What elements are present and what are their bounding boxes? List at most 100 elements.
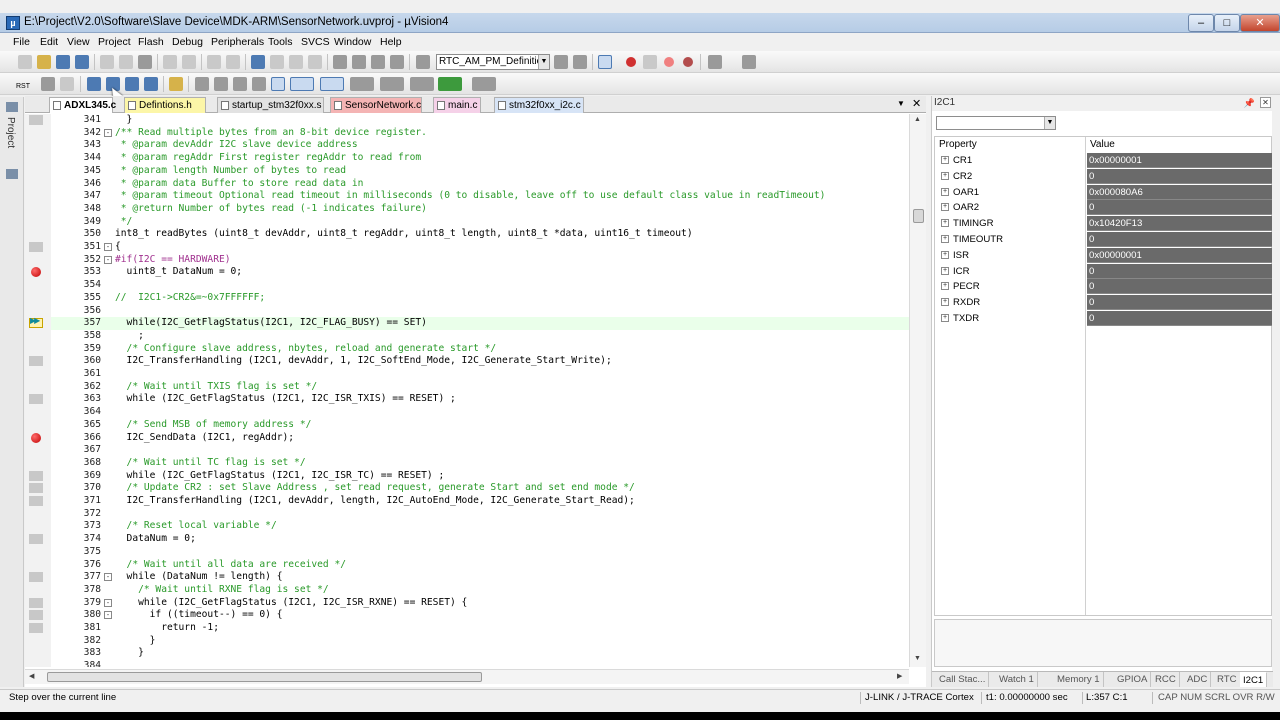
register-value[interactable]: 0 bbox=[1087, 200, 1272, 216]
code-line[interactable]: 363 while (I2C_GetFlagStatus (I2C1, I2C_… bbox=[51, 393, 913, 406]
register-row[interactable]: + PECR 0 bbox=[935, 279, 1273, 295]
executable-line-marker[interactable] bbox=[29, 356, 43, 367]
scroll-down-icon[interactable]: ▼ bbox=[914, 655, 921, 662]
executable-line-marker[interactable] bbox=[29, 572, 43, 583]
code-line[interactable]: 343 * @param devAddr I2C slave device ad… bbox=[51, 139, 913, 152]
code-line[interactable]: 368 /* Wait until TC flag is set */ bbox=[51, 457, 913, 470]
run-icon[interactable] bbox=[41, 77, 55, 91]
tab-startup-s[interactable]: startup_stm32f0xx.s bbox=[217, 97, 324, 113]
next-bookmark-icon[interactable] bbox=[289, 55, 303, 69]
fold-toggle-icon[interactable]: - bbox=[104, 573, 112, 582]
configure-icon[interactable] bbox=[742, 55, 756, 69]
code-line[interactable]: 384 bbox=[51, 660, 913, 667]
code-line[interactable]: 361 bbox=[51, 368, 913, 381]
expand-icon[interactable]: + bbox=[941, 235, 949, 243]
memory-windows-icon[interactable] bbox=[320, 77, 344, 91]
menu-view[interactable]: View bbox=[67, 36, 90, 48]
symbols-window-icon[interactable] bbox=[233, 77, 247, 91]
executable-line-marker[interactable] bbox=[29, 496, 43, 506]
open-file-icon[interactable] bbox=[37, 55, 51, 69]
register-value[interactable]: 0x000080A6 bbox=[1087, 184, 1272, 200]
menu-window[interactable]: Window bbox=[334, 36, 371, 48]
clear-bookmarks-icon[interactable] bbox=[308, 55, 322, 69]
code-line[interactable]: 381 return -1; bbox=[51, 622, 913, 635]
register-value[interactable]: 0 bbox=[1087, 232, 1272, 247]
unindent-icon[interactable] bbox=[352, 55, 366, 69]
registers-window-icon[interactable] bbox=[252, 77, 266, 91]
register-value[interactable]: 0 bbox=[1087, 311, 1272, 326]
close-panel-icon[interactable]: ✕ bbox=[1260, 97, 1271, 108]
debug-tab[interactable]: RTC bbox=[1214, 672, 1241, 687]
call-stack-window-icon[interactable] bbox=[271, 77, 285, 91]
menu-edit[interactable]: Edit bbox=[40, 36, 58, 48]
code-line[interactable]: 380- if ((timeout--) == 0) { bbox=[51, 609, 913, 622]
register-row[interactable]: + CR2 0 bbox=[935, 168, 1273, 185]
indent-icon[interactable] bbox=[333, 55, 347, 69]
register-row[interactable]: + RXDR 0 bbox=[935, 295, 1273, 311]
code-area[interactable]: 341 } 342-/** Read multiple bytes from an… bbox=[51, 114, 913, 667]
code-line[interactable]: 370 /* Update CR2 : set Slave Address , … bbox=[51, 482, 913, 495]
register-value[interactable]: 0x10420F13 bbox=[1087, 216, 1272, 232]
executable-line-marker[interactable] bbox=[29, 470, 43, 481]
save-all-icon[interactable] bbox=[75, 55, 89, 69]
register-row[interactable]: + OAR1 0x000080A6 bbox=[935, 184, 1273, 201]
run-to-cursor-icon[interactable] bbox=[144, 77, 158, 91]
register-row[interactable]: + CR1 0x00000001 bbox=[935, 153, 1273, 169]
debug-tab[interactable]: ADC bbox=[1184, 672, 1212, 687]
executable-line-marker[interactable] bbox=[29, 623, 43, 633]
code-line[interactable]: 355 // I2C1->CR2&=~0x7FFFFFF; bbox=[51, 292, 913, 305]
tab-sensornetwork-c[interactable]: SensorNetwork.c bbox=[330, 97, 422, 113]
register-row[interactable]: + ISR 0x00000001 bbox=[935, 247, 1273, 264]
code-line[interactable]: 359 /* Configure slave address, nbytes, … bbox=[51, 343, 913, 356]
expand-icon[interactable]: + bbox=[941, 219, 949, 228]
code-line[interactable]: 362 /* Wait until TXIS flag is set */ bbox=[51, 381, 913, 394]
expand-icon[interactable]: + bbox=[941, 171, 949, 180]
register-filter-select[interactable]: ▼ bbox=[936, 116, 1056, 130]
register-row[interactable]: + TXDR 0 bbox=[935, 311, 1273, 327]
comment-icon[interactable] bbox=[371, 55, 385, 69]
register-row[interactable]: + OAR2 0 bbox=[935, 200, 1273, 216]
debug-tab[interactable]: Memory 1 bbox=[1054, 672, 1104, 687]
debug-session-icon[interactable] bbox=[598, 55, 612, 69]
step-out-icon[interactable] bbox=[125, 77, 139, 91]
code-line[interactable]: 372 bbox=[51, 508, 913, 521]
code-line[interactable]: 349 */ bbox=[51, 216, 913, 229]
code-line[interactable]: 356 bbox=[51, 305, 913, 318]
horizontal-scroll-thumb[interactable] bbox=[47, 672, 482, 682]
kill-breakpoints-icon[interactable] bbox=[683, 57, 693, 67]
code-line[interactable]: 350 int8_t readBytes (uint8_t devAddr, ui… bbox=[51, 228, 913, 241]
code-line[interactable]: 383 } bbox=[51, 647, 913, 660]
show-next-statement-icon[interactable] bbox=[169, 77, 183, 91]
fold-toggle-icon[interactable]: - bbox=[104, 243, 112, 251]
project-panel-icon[interactable] bbox=[6, 102, 18, 112]
code-line[interactable]: 376 /* Wait until all data are received … bbox=[51, 559, 913, 572]
debug-tab[interactable]: RCC bbox=[1152, 672, 1180, 687]
minimize-button[interactable]: – bbox=[1188, 14, 1214, 32]
code-line[interactable]: 352- #if(I2C == HARDWARE) bbox=[51, 254, 913, 267]
executable-line-marker[interactable] bbox=[29, 610, 43, 621]
expand-icon[interactable]: + bbox=[941, 314, 949, 322]
fold-toggle-icon[interactable]: - bbox=[104, 611, 112, 620]
new-file-icon[interactable] bbox=[18, 55, 32, 69]
books-panel-icon[interactable] bbox=[6, 169, 18, 179]
close-button[interactable]: ✕ bbox=[1240, 14, 1280, 32]
code-line[interactable]: 377- while (DataNum != length) { bbox=[51, 571, 913, 584]
code-line[interactable]: 344 * @param regAddr First register regA… bbox=[51, 152, 913, 165]
trace-windows-icon[interactable] bbox=[410, 77, 434, 91]
code-line[interactable]: 371 I2C_TransferHandling (I2C1, devAddr,… bbox=[51, 495, 913, 508]
value-column-header[interactable]: Value bbox=[1086, 137, 1115, 152]
tab-stm32f0xx-i2c-c[interactable]: stm32f0xx_i2c.c bbox=[494, 97, 584, 113]
code-line[interactable]: 357 while(I2C_GetFlagStatus(I2C1, I2C_FL… bbox=[51, 317, 913, 330]
debug-tab[interactable]: Call Stac... bbox=[936, 672, 990, 687]
target-select[interactable]: RTC_AM_PM_Definitions ▼ bbox=[436, 54, 550, 70]
tab-adxl345-c[interactable]: ADXL345.c bbox=[49, 97, 116, 113]
scroll-left-icon[interactable]: ◀ bbox=[29, 672, 34, 680]
code-line[interactable]: 346 * @param data Buffer to store read d… bbox=[51, 178, 913, 191]
disable-breakpoints-icon[interactable] bbox=[664, 57, 674, 67]
save-icon[interactable] bbox=[56, 55, 70, 69]
step-into-icon[interactable] bbox=[87, 77, 101, 91]
debug-tab[interactable]: Watch 1 bbox=[996, 672, 1038, 687]
analysis-windows-icon[interactable] bbox=[380, 77, 404, 91]
tab-defintions-h[interactable]: Defintions.h bbox=[124, 97, 206, 113]
expand-icon[interactable]: + bbox=[941, 250, 949, 259]
